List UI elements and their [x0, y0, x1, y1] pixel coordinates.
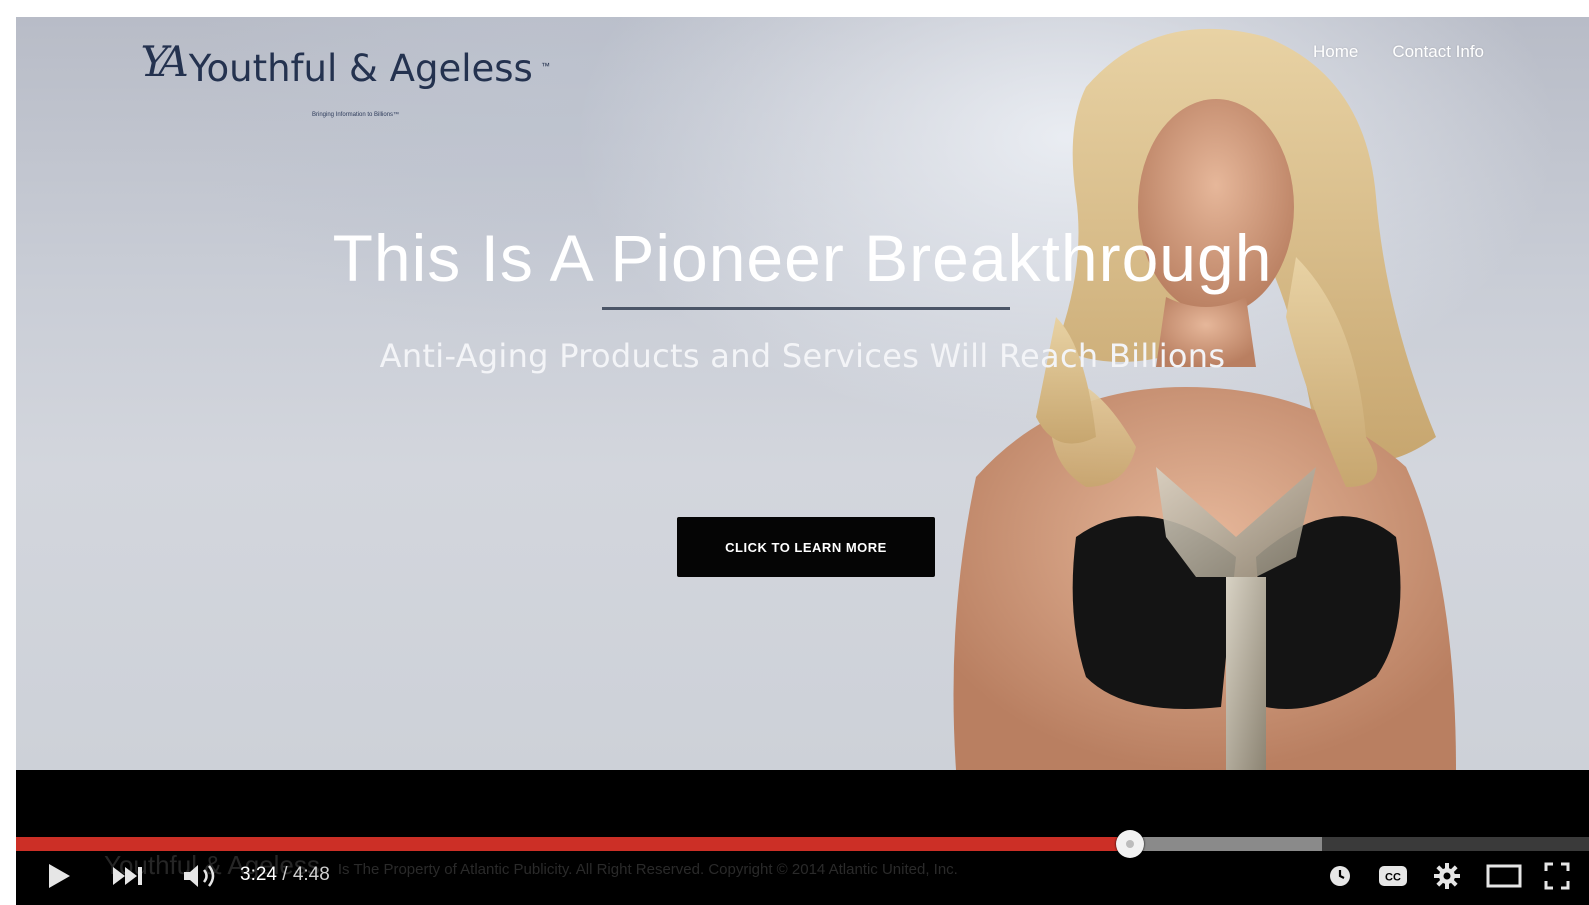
video-frame[interactable]: YA Youthful & Ageless ™ Bringing Informa…: [16, 17, 1589, 770]
theater-mode-button[interactable]: [1484, 862, 1524, 890]
model-portrait-image: [953, 28, 1456, 770]
logo-text: Youthful & Ageless: [188, 47, 533, 90]
scrubber-handle[interactable]: [1115, 830, 1144, 858]
logo-tagline: Bringing Information to Billions™: [312, 112, 400, 118]
theater-mode-icon: [1486, 864, 1522, 888]
time-separator: /: [276, 864, 293, 885]
captions-button[interactable]: CC: [1376, 862, 1410, 890]
headline-divider: [602, 307, 1010, 310]
hero-headline-text: This Is A Pioneer Breakthrough: [332, 221, 1273, 295]
nav-contact-info-link[interactable]: Contact Info: [1392, 42, 1484, 62]
nav-home-link[interactable]: Home: [1313, 42, 1358, 62]
play-icon: [49, 864, 70, 888]
overlay-caption-text: Is The Property of Atlantic Publicity. A…: [337, 861, 958, 878]
site-logo[interactable]: YA Youthful & Ageless: [135, 37, 533, 87]
site-nav: Home Contact Info: [1313, 42, 1484, 62]
volume-button[interactable]: [180, 862, 220, 890]
settings-icon: [1434, 863, 1460, 889]
progress-bar[interactable]: [16, 830, 1589, 858]
hero-headline: This Is A Pioneer Breakthrough: [16, 220, 1589, 296]
svg-text:CC: CC: [1385, 872, 1401, 884]
settings-button[interactable]: [1430, 862, 1464, 890]
learn-more-button[interactable]: CLICK TO LEARN MORE: [677, 517, 935, 577]
time-display: 3:24 / 4:48: [240, 864, 330, 886]
duration: 4:48: [292, 864, 330, 885]
next-button[interactable]: [110, 862, 146, 890]
logo-mark: YA: [134, 37, 189, 86]
played-bar: [16, 837, 1130, 851]
overlay-caption: Youthful & Ageless Is The Property of Atl…: [104, 850, 958, 881]
video-player[interactable]: YA Youthful & Ageless ™ Bringing Informa…: [16, 17, 1589, 905]
watch-later-button[interactable]: [1326, 862, 1354, 890]
logo-trademark: ™: [541, 61, 550, 71]
fullscreen-button[interactable]: [1542, 862, 1572, 890]
hero-subheadline: Anti-Aging Products and Services Will Re…: [379, 337, 1226, 375]
captions-icon: CC: [1379, 866, 1407, 886]
fullscreen-icon: [1544, 862, 1570, 890]
watch-later-icon: [1330, 866, 1350, 886]
volume-icon: [184, 865, 215, 887]
next-icon: [113, 867, 142, 885]
current-time: 3:24: [240, 864, 277, 885]
player-controls: Youthful & Ageless Is The Property of Atl…: [16, 770, 1589, 905]
play-button[interactable]: [42, 862, 76, 890]
